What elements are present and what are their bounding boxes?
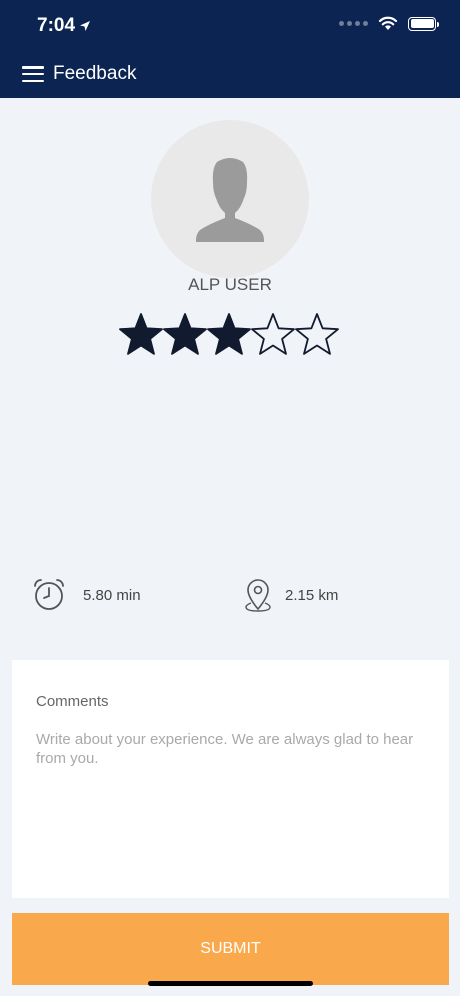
status-time-text: 7:04 [37,15,76,36]
star-rating [119,311,339,359]
trip-distance: 2.15 km [243,577,338,613]
comments-input[interactable] [36,730,426,880]
status-indicators [339,16,439,31]
user-name: ALP USER [188,275,272,294]
app-header: 7:04 Feedback [0,0,460,98]
submit-button[interactable]: SUBMIT [12,913,449,985]
battery-icon [408,16,439,31]
home-indicator [148,981,313,986]
comments-card: Comments [12,660,449,898]
duration-value: 5.80 min [83,586,141,604]
location-pin-icon [245,579,271,612]
person-silhouette-icon [196,158,264,242]
wifi-icon [378,16,398,30]
status-bar: 7:04 [0,0,460,50]
avatar [151,120,309,278]
comments-label: Comments [36,693,109,710]
nav-bar: Feedback [0,50,460,98]
star-filled-icon[interactable] [119,311,163,359]
star-empty-icon[interactable] [251,311,295,359]
star-filled-icon[interactable] [163,311,207,359]
distance-value: 2.15 km [285,586,339,604]
location-arrow-icon [80,21,91,31]
page-title: Feedback [53,63,137,84]
alarm-clock-icon [34,579,64,610]
status-time: 7:04 [37,15,91,37]
star-empty-icon[interactable] [295,311,339,359]
cellular-signal-icon [339,21,368,26]
trip-duration: 5.80 min [31,577,141,613]
star-filled-icon[interactable] [207,311,251,359]
menu-icon[interactable] [22,66,44,82]
